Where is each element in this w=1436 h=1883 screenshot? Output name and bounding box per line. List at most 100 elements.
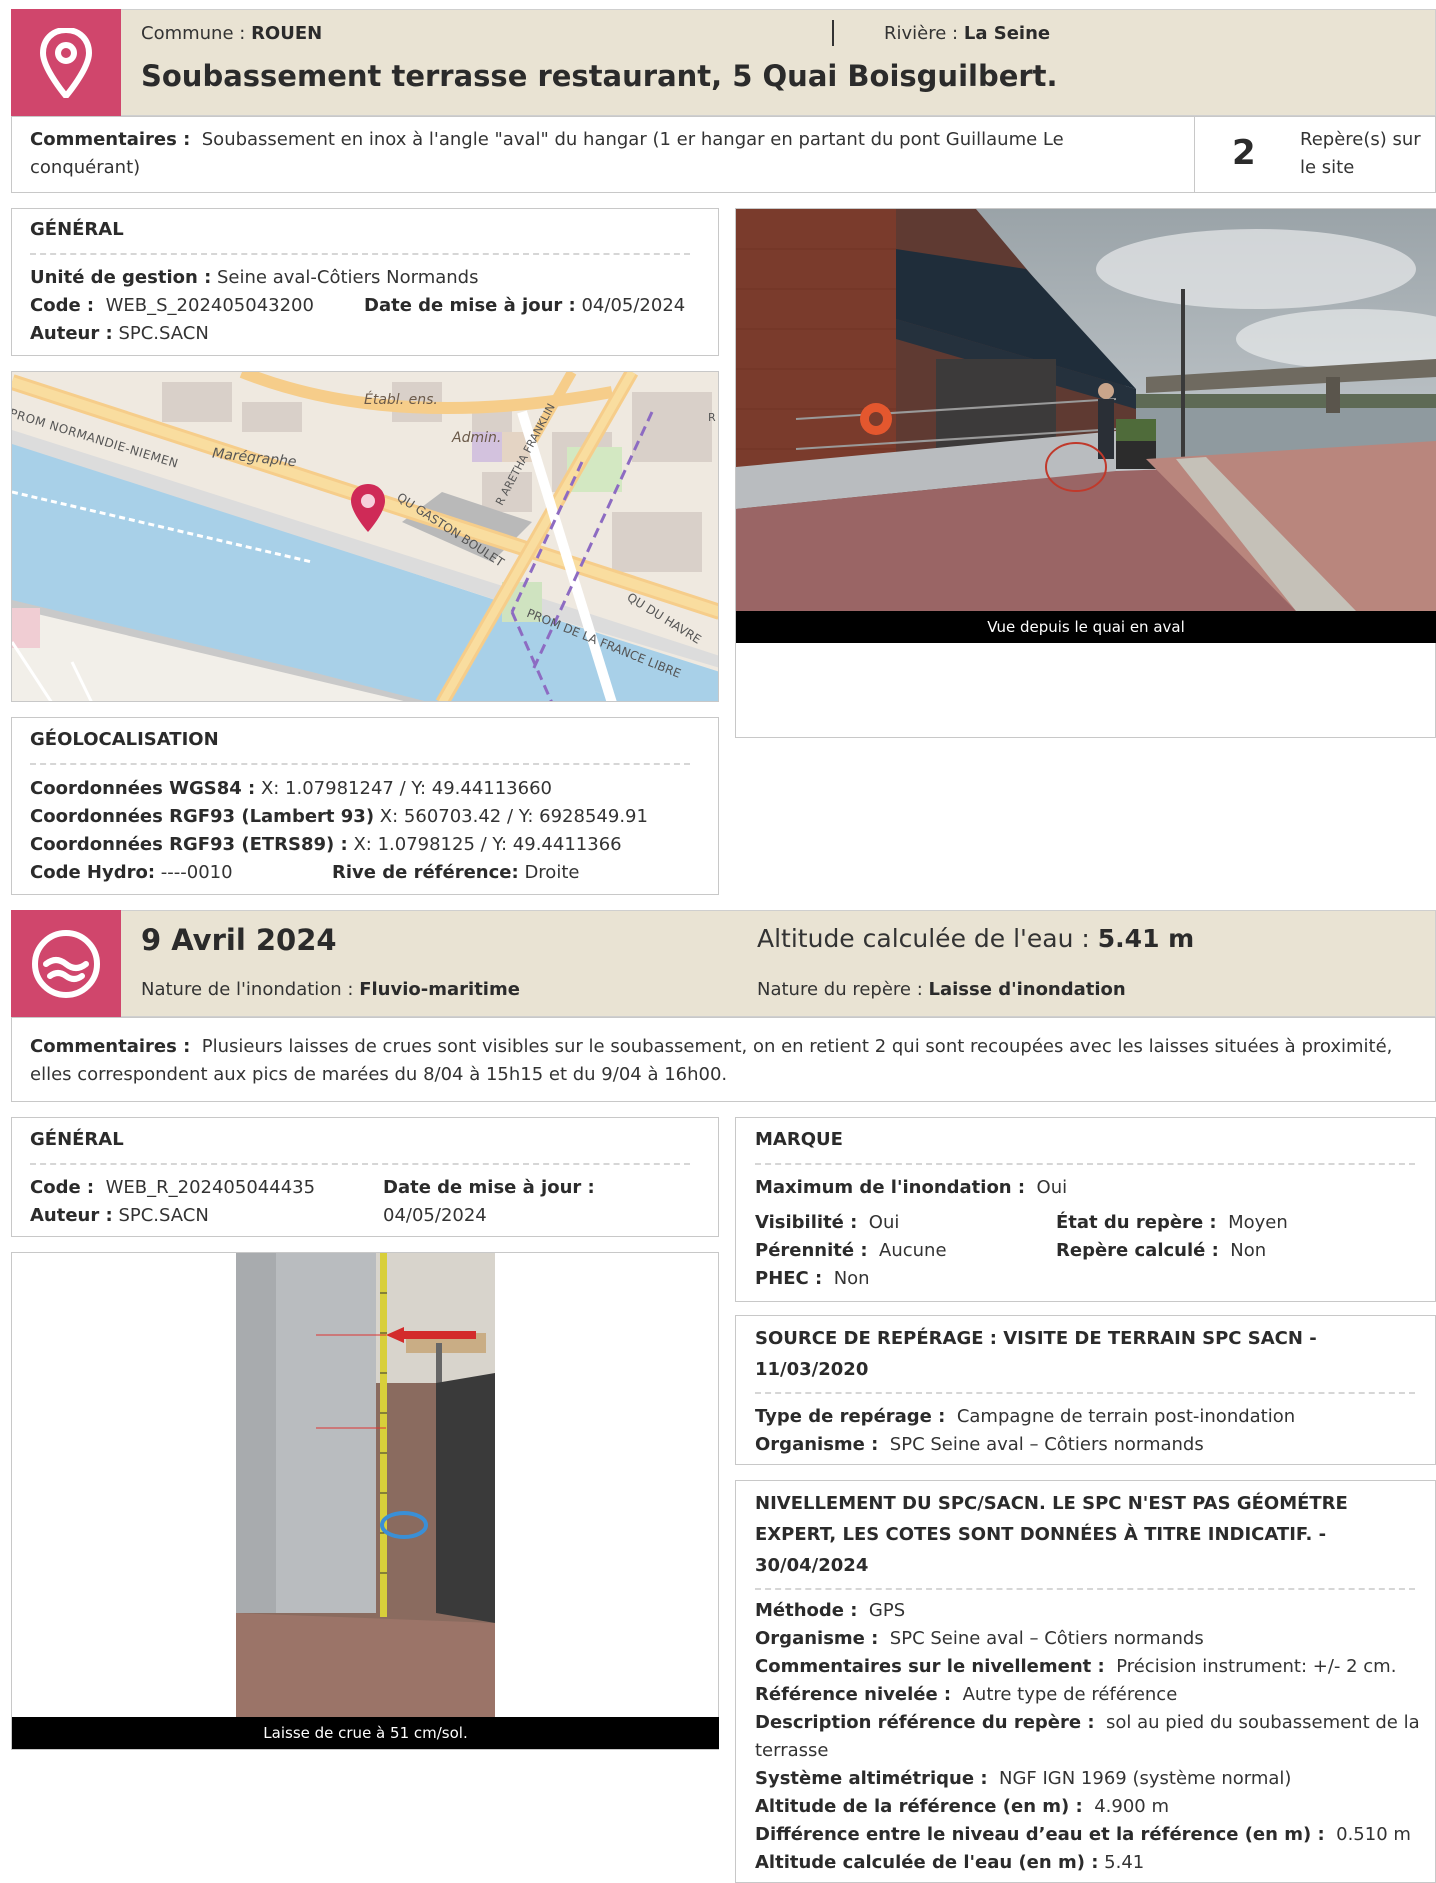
vis-line: Visibilité : Oui — [755, 1209, 899, 1237]
per-label: Pérennité : — [755, 1240, 868, 1261]
niv-methode-line: Méthode : GPS — [755, 1597, 905, 1625]
code-line: Code : WEB_S_202405043200 — [30, 292, 314, 320]
code2-label: Code : — [30, 1177, 95, 1198]
map-label-r: R — [708, 411, 716, 424]
niv-comm-label: Commentaires sur le nivellement : — [755, 1656, 1105, 1677]
marque-divider — [755, 1163, 1415, 1165]
niv-methode-label: Méthode : — [755, 1600, 858, 1621]
niv-alteau-label: Altitude calculée de l'eau (en m) : — [755, 1852, 1099, 1873]
source-type-label: Type de repérage : — [755, 1406, 946, 1427]
niv-ref-label: Référence nivelée : — [755, 1684, 952, 1705]
source-type-line: Type de repérage : Campagne de terrain p… — [755, 1403, 1295, 1431]
flood-mark-photo — [236, 1253, 495, 1717]
niv-altref-value: 4.900 m — [1094, 1796, 1169, 1817]
marque-title: MARQUE — [755, 1129, 843, 1150]
niv-desc-label: Description référence du repère : — [755, 1712, 1095, 1733]
quay-photo — [736, 209, 1436, 611]
calc-value: Non — [1230, 1240, 1267, 1261]
map-pin-icon[interactable] — [348, 482, 388, 534]
max-line: Maximum de l'inondation : Oui — [755, 1174, 1067, 1202]
geoloc-title: GÉOLOCALISATION — [30, 729, 219, 750]
map-label-etabl: Établ. ens. — [364, 392, 438, 408]
event-date: 9 Avril 2024 — [141, 923, 337, 957]
header-divider — [832, 20, 834, 46]
source-title: SOURCE DE REPÉRAGE : VISITE DE TERRAIN S… — [755, 1328, 1317, 1380]
auteur2-line: Auteur : SPC.SACN — [30, 1202, 209, 1230]
source-divider — [755, 1392, 1415, 1394]
date2-label: Date de mise à jour : — [383, 1177, 595, 1198]
phec-value: Non — [833, 1268, 870, 1289]
photo2-image[interactable] — [236, 1253, 495, 1717]
etrs-value: X: 1.0798125 / Y: 49.4411366 — [353, 834, 622, 855]
niv-altref-line: Altitude de la référence (en m) : 4.900 … — [755, 1793, 1169, 1821]
etat-line: État du repère : Moyen — [1056, 1209, 1288, 1237]
site-pin-block — [11, 9, 121, 116]
commune-value: ROUEN — [251, 23, 323, 44]
riviere-value: La Seine — [963, 23, 1051, 44]
nivellement-divider — [755, 1588, 1415, 1590]
etat-label: État du repère : — [1056, 1212, 1217, 1233]
niv-alteau-value: 5.41 — [1104, 1852, 1145, 1873]
etat-value: Moyen — [1228, 1212, 1288, 1233]
niv-altref-label: Altitude de la référence (en m) : — [755, 1796, 1083, 1817]
wgs-label: Coordonnées WGS84 : — [30, 778, 256, 799]
phec-line: PHEC : Non — [755, 1265, 870, 1293]
date-value: 04/05/2024 — [581, 295, 686, 316]
source-org-line: Organisme : SPC Seine aval – Côtiers nor… — [755, 1431, 1204, 1459]
niv-sys-line: Système altimétrique : NGF IGN 1969 (sys… — [755, 1765, 1291, 1793]
event-nature-line: Nature de l'inondation : Fluvio-maritime — [141, 976, 520, 1004]
unite-value: Seine aval-Côtiers Normands — [217, 267, 479, 288]
unite-line: Unité de gestion : Seine aval-Côtiers No… — [30, 264, 478, 292]
source-org-label: Organisme : — [755, 1434, 879, 1455]
general-title: GÉNÉRAL — [30, 219, 124, 240]
date-line: Date de mise à jour : 04/05/2024 — [364, 292, 685, 320]
auteur-value: SPC.SACN — [118, 323, 209, 344]
map-label-admin: Admin. — [452, 430, 502, 446]
code2-line: Code : WEB_R_202405044435 — [30, 1174, 315, 1202]
code2-value: WEB_R_202405044435 — [105, 1177, 316, 1198]
vis-label: Visibilité : — [755, 1212, 858, 1233]
niv-comm-line: Commentaires sur le nivellement : Précis… — [755, 1653, 1396, 1681]
repere-count: 2 — [1232, 133, 1256, 173]
lambert-value: X: 560703.42 / Y: 6928549.91 — [379, 806, 648, 827]
etrs-label: Coordonnées RGF93 (ETRS89) : — [30, 834, 348, 855]
niv-ref-value: Autre type de référence — [962, 1684, 1178, 1705]
date-label: Date de mise à jour : — [364, 295, 576, 316]
photo1-image[interactable] — [736, 209, 1436, 611]
event-alt-value: 5.41 m — [1097, 924, 1195, 953]
hydro-line: Code Hydro: ----0010 — [30, 859, 233, 887]
geoloc-divider — [30, 763, 690, 765]
site-comment: Commentaires : Soubassement en inox à l'… — [30, 126, 1080, 182]
event-icon-block — [11, 910, 121, 1017]
event-repere-label: Nature du repère : — [757, 979, 923, 1000]
niv-desc-line: Description référence du repère : sol au… — [755, 1709, 1425, 1765]
source-org-value: SPC Seine aval – Côtiers normands — [889, 1434, 1204, 1455]
wgs-line: Coordonnées WGS84 : X: 1.07981247 / Y: 4… — [30, 775, 552, 803]
phec-label: PHEC : — [755, 1268, 823, 1289]
site-map[interactable]: PROM NORMANDIE-NIEMEN Marégraphe Établ. … — [11, 371, 719, 702]
hydro-value: ----0010 — [160, 862, 233, 883]
lambert-label: Coordonnées RGF93 (Lambert 93) — [30, 806, 375, 827]
event-comment-label: Commentaires : — [30, 1036, 191, 1057]
count-divider — [1194, 116, 1195, 193]
event-alt-line: Altitude calculée de l'eau : 5.41 m — [757, 922, 1194, 956]
wgs-value: X: 1.07981247 / Y: 49.44113660 — [260, 778, 552, 799]
general2-divider — [30, 1163, 690, 1165]
event-repere-value: Laisse d'inondation — [928, 979, 1126, 1000]
niv-alteau-line: Altitude calculée de l'eau (en m) : 5.41 — [755, 1849, 1144, 1877]
event-nature-value: Fluvio-maritime — [359, 979, 520, 1000]
per-value: Aucune — [879, 1240, 947, 1261]
rive-label: Rive de référence: — [332, 862, 519, 883]
unite-label: Unité de gestion : — [30, 267, 212, 288]
auteur-line: Auteur : SPC.SACN — [30, 320, 209, 348]
event-alt-label: Altitude calculée de l'eau : — [757, 924, 1090, 953]
commune-line: Commune : ROUEN — [141, 20, 322, 48]
location-pin-icon — [40, 27, 92, 98]
rive-line: Rive de référence: Droite — [332, 859, 579, 887]
code-label: Code : — [30, 295, 95, 316]
vis-value: Oui — [868, 1212, 900, 1233]
calc-line: Repère calculé : Non — [1056, 1237, 1266, 1265]
riviere-line: Rivière : La Seine — [884, 20, 1050, 48]
event-comment: Commentaires : Plusieurs laisses de crue… — [30, 1033, 1420, 1089]
riviere-label: Rivière : — [884, 23, 959, 44]
